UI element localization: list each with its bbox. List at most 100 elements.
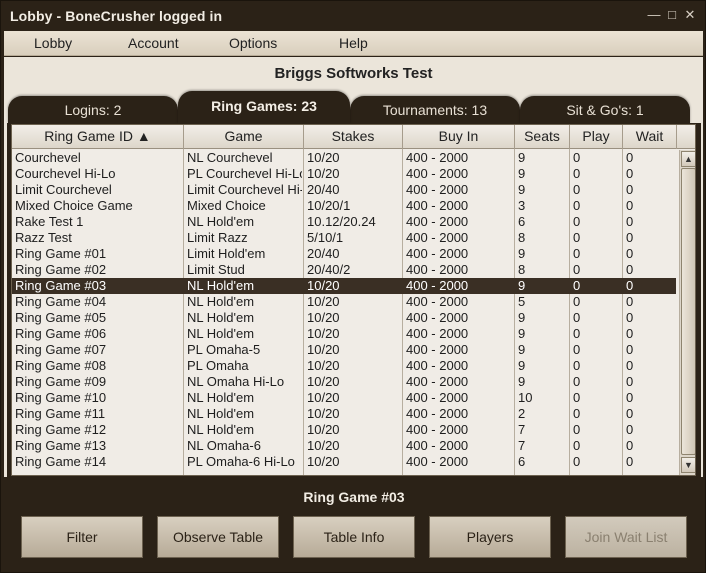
table-row[interactable]: Ring Game #02 Limit Stud 20/40/2 400 - 2000… bbox=[12, 262, 676, 278]
table-row[interactable]: Ring Game #14 PL Omaha-6 Hi-Lo 10/20 400 - … bbox=[12, 454, 676, 470]
column-header-stakes[interactable]: Stakes bbox=[304, 125, 403, 149]
menu-account[interactable]: Account bbox=[128, 35, 179, 51]
cell-wait: 0 bbox=[626, 422, 634, 437]
table-row[interactable]: Rake Test 1 NL Hold'em 10.12/20.24 400 - 20… bbox=[12, 214, 676, 230]
cell-ring-game-id: Ring Game #14 bbox=[15, 454, 107, 469]
tab-sit-and-go[interactable]: Sit & Go's: 1 bbox=[520, 96, 690, 124]
cell-seats: 9 bbox=[518, 342, 526, 357]
table-row[interactable]: Ring Game #11 NL Hold'em 10/20 400 - 2000 2 0… bbox=[12, 406, 676, 422]
cell-ring-game-id: Rake Test 1 bbox=[15, 214, 84, 229]
table-row[interactable]: Ring Game #09 NL Omaha Hi-Lo 10/20 400 - 20… bbox=[12, 374, 676, 390]
cell-stakes: 10/20 bbox=[307, 358, 340, 373]
ring-games-table[interactable]: Ring Game ID ▲ Game Stakes Buy In Seats … bbox=[11, 124, 696, 476]
table-row[interactable]: Limit Courchevel Limit Courchevel Hi-Lo 20… bbox=[12, 182, 676, 198]
table-row[interactable]: Courchevel Hi-Lo PL Courchevel Hi-Lo 10/20… bbox=[12, 166, 676, 182]
cell-stakes: 10/20 bbox=[307, 342, 340, 357]
cell-game: NL Hold'em bbox=[187, 390, 255, 405]
menu-help[interactable]: Help bbox=[339, 35, 368, 51]
table-row[interactable]: Ring Game #07 PL Omaha-5 10/20 400 - 2000 9 0… bbox=[12, 342, 676, 358]
cell-ring-game-id: Ring Game #04 bbox=[15, 294, 107, 309]
table-row[interactable]: Ring Game #04 NL Hold'em 10/20 400 - 2000 5 0… bbox=[12, 294, 676, 310]
table-row[interactable]: Courchevel NL Courchevel 10/20 400 - 2000 9 0… bbox=[12, 150, 676, 166]
vertical-scrollbar[interactable]: ▲ ▼ bbox=[679, 150, 695, 475]
table-row[interactable]: Razz Test Limit Razz 5/10/1 400 - 2000 8 0 0 bbox=[12, 230, 676, 246]
table-row[interactable]: Ring Game #01 Limit Hold'em 20/40 400 - 200… bbox=[12, 246, 676, 262]
cell-game: PL Omaha bbox=[187, 358, 249, 373]
app-title: Briggs Softworks Test bbox=[274, 65, 433, 82]
cell-stakes: 10/20 bbox=[307, 278, 340, 293]
cell-stakes: 10/20 bbox=[307, 454, 340, 469]
table-row[interactable]: Ring Game #05 NL Hold'em 10/20 400 - 2000 9 0… bbox=[12, 310, 676, 326]
column-header-game[interactable]: Game bbox=[184, 125, 304, 149]
scroll-up-icon[interactable]: ▲ bbox=[681, 151, 695, 167]
column-header-buyin[interactable]: Buy In bbox=[403, 125, 515, 149]
tab-ring-games[interactable]: Ring Games: 23 bbox=[178, 91, 350, 124]
cell-game: NL Hold'em bbox=[187, 422, 255, 437]
cell-buy-in: 400 - 2000 bbox=[406, 326, 469, 341]
column-header-wait[interactable]: Wait bbox=[623, 125, 677, 149]
selected-game-label: Ring Game #03 bbox=[303, 489, 405, 505]
cell-buy-in: 400 - 2000 bbox=[406, 150, 469, 165]
cell-ring-game-id: Ring Game #10 bbox=[15, 390, 107, 405]
cell-buy-in: 400 - 2000 bbox=[406, 454, 469, 469]
tab-tournaments[interactable]: Tournaments: 13 bbox=[350, 96, 520, 124]
table-body: Courchevel NL Courchevel 10/20 400 - 2000 9 0… bbox=[12, 150, 676, 470]
cell-game: Limit Stud bbox=[187, 262, 245, 277]
cell-seats: 9 bbox=[518, 326, 526, 341]
cell-game: NL Hold'em bbox=[187, 294, 255, 309]
column-header-seats[interactable]: Seats bbox=[515, 125, 570, 149]
menu-lobby[interactable]: Lobby bbox=[34, 35, 72, 51]
cell-seats: 9 bbox=[518, 150, 526, 165]
cell-play: 0 bbox=[573, 166, 581, 181]
cell-wait: 0 bbox=[626, 390, 634, 405]
cell-game: PL Omaha-6 Hi-Lo bbox=[187, 454, 295, 469]
cell-seats: 9 bbox=[518, 246, 526, 261]
close-icon[interactable]: ✕ bbox=[683, 8, 697, 22]
table-row[interactable]: Ring Game #08 PL Omaha 10/20 400 - 2000 9 0 0 bbox=[12, 358, 676, 374]
column-header-id[interactable]: Ring Game ID ▲ bbox=[12, 125, 184, 149]
cell-ring-game-id: Ring Game #11 bbox=[15, 406, 106, 421]
table-info-button[interactable]: Table Info bbox=[293, 516, 415, 558]
table-row[interactable]: Ring Game #10 NL Hold'em 10/20 400 - 2000 10… bbox=[12, 390, 676, 406]
menu-options[interactable]: Options bbox=[229, 35, 277, 51]
minimize-icon[interactable]: — bbox=[647, 8, 661, 22]
cell-wait: 0 bbox=[626, 214, 634, 229]
cell-wait: 0 bbox=[626, 166, 634, 181]
table-row[interactable]: Ring Game #13 NL Omaha-6 10/20 400 - 2000 7 0… bbox=[12, 438, 676, 454]
cell-wait: 0 bbox=[626, 342, 634, 357]
scroll-thumb[interactable] bbox=[681, 168, 695, 455]
cell-stakes: 20/40 bbox=[307, 182, 340, 197]
title-bar[interactable]: Lobby - BoneCrusher logged in — □ ✕ bbox=[1, 1, 705, 31]
cell-buy-in: 400 - 2000 bbox=[406, 182, 469, 197]
table-row[interactable]: Ring Game #03 NL Hold'em 10/20 400 - 2000 9 0… bbox=[12, 278, 676, 294]
cell-stakes: 10/20 bbox=[307, 422, 340, 437]
cell-ring-game-id: Ring Game #13 bbox=[15, 438, 107, 453]
cell-seats: 9 bbox=[518, 182, 526, 197]
table-row[interactable]: Ring Game #12 NL Hold'em 10/20 400 - 2000 7 0… bbox=[12, 422, 676, 438]
cell-ring-game-id: Courchevel bbox=[15, 150, 81, 165]
table-row[interactable]: Ring Game #06 NL Hold'em 10/20 400 - 2000 9 0… bbox=[12, 326, 676, 342]
cell-play: 0 bbox=[573, 246, 581, 261]
join-wait-list-button[interactable]: Join Wait List bbox=[565, 516, 687, 558]
cell-ring-game-id: Ring Game #07 bbox=[15, 342, 107, 357]
filter-button[interactable]: Filter bbox=[21, 516, 143, 558]
cell-buy-in: 400 - 2000 bbox=[406, 198, 469, 213]
cell-seats: 5 bbox=[518, 294, 526, 309]
cell-play: 0 bbox=[573, 342, 581, 357]
maximize-icon[interactable]: □ bbox=[665, 8, 679, 22]
column-header-play[interactable]: Play bbox=[570, 125, 623, 149]
scroll-down-icon[interactable]: ▼ bbox=[681, 457, 695, 473]
cell-ring-game-id: Limit Courchevel bbox=[15, 182, 112, 197]
cell-game: NL Omaha-6 bbox=[187, 438, 261, 453]
players-button[interactable]: Players bbox=[429, 516, 551, 558]
cell-buy-in: 400 - 2000 bbox=[406, 294, 469, 309]
cell-play: 0 bbox=[573, 374, 581, 389]
cell-wait: 0 bbox=[626, 294, 634, 309]
cell-play: 0 bbox=[573, 262, 581, 277]
cell-buy-in: 400 - 2000 bbox=[406, 262, 469, 277]
table-row[interactable]: Mixed Choice Game Mixed Choice 10/20/1 400 … bbox=[12, 198, 676, 214]
cell-buy-in: 400 - 2000 bbox=[406, 406, 469, 421]
tab-logins[interactable]: Logins: 2 bbox=[8, 96, 178, 124]
observe-table-button[interactable]: Observe Table bbox=[157, 516, 279, 558]
cell-play: 0 bbox=[573, 214, 581, 229]
